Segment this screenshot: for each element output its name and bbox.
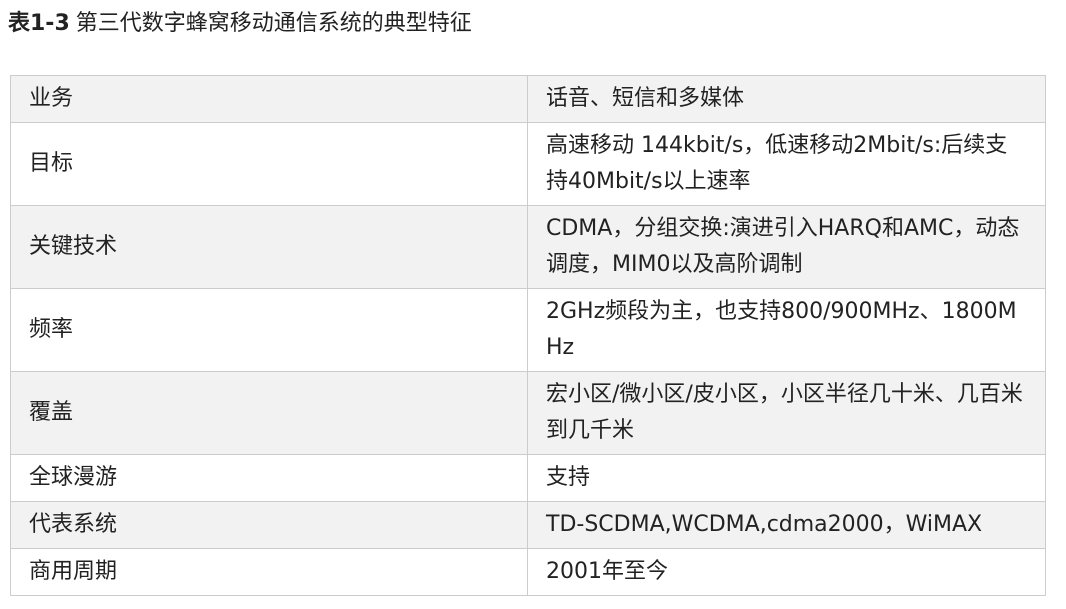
row-label: 全球漫游	[10, 454, 528, 502]
row-value: 宏小区/微小区/皮小区，小区半径几十米、几百米到几千米	[527, 371, 1046, 455]
row-value: CDMA，分组交换:演进引入HARQ和AMC，动态调度，MIM0以及高阶调制	[527, 205, 1046, 289]
row-label: 目标	[10, 122, 528, 206]
row-label: 覆盖	[10, 371, 528, 455]
row-value: 支持	[527, 454, 1046, 502]
table-caption: 表1-3 第三代数字蜂窝移动通信系统的典型特征	[8, 8, 472, 40]
table-row: 频率 2GHz频段为主，也支持800/900MHz、1800MHz	[10, 288, 1046, 372]
row-value: 2001年至今	[527, 548, 1046, 596]
row-label: 商用周期	[10, 548, 528, 596]
table-row: 目标 高速移动 144kbit/s，低速移动2Mbit/s:后续支持40Mbit…	[10, 122, 1046, 206]
table-row: 覆盖 宏小区/微小区/皮小区，小区半径几十米、几百米到几千米	[10, 371, 1046, 455]
row-label: 关键技术	[10, 205, 528, 289]
row-value: 2GHz频段为主，也支持800/900MHz、1800MHz	[527, 288, 1046, 372]
row-label: 业务	[10, 75, 528, 123]
table-row: 业务 话音、短信和多媒体	[10, 75, 1046, 123]
row-value: 话音、短信和多媒体	[527, 75, 1046, 123]
table-row: 全球漫游 支持	[10, 454, 1046, 502]
feature-table: 业务 话音、短信和多媒体 目标 高速移动 144kbit/s，低速移动2Mbit…	[10, 75, 1046, 596]
row-value: TD-SCDMA,WCDMA,cdma2000，WiMAX	[527, 501, 1046, 549]
row-value: 高速移动 144kbit/s，低速移动2Mbit/s:后续支持40Mbit/s以…	[527, 122, 1046, 206]
table-row: 关键技术 CDMA，分组交换:演进引入HARQ和AMC，动态调度，MIM0以及高…	[10, 205, 1046, 289]
row-label: 代表系统	[10, 501, 528, 549]
table-row: 代表系统 TD-SCDMA,WCDMA,cdma2000，WiMAX	[10, 501, 1046, 549]
table-title: 第三代数字蜂窝移动通信系统的典型特征	[75, 11, 472, 36]
row-label: 频率	[10, 288, 528, 372]
table-number: 表1-3	[8, 11, 70, 36]
table-row: 商用周期 2001年至今	[10, 548, 1046, 596]
